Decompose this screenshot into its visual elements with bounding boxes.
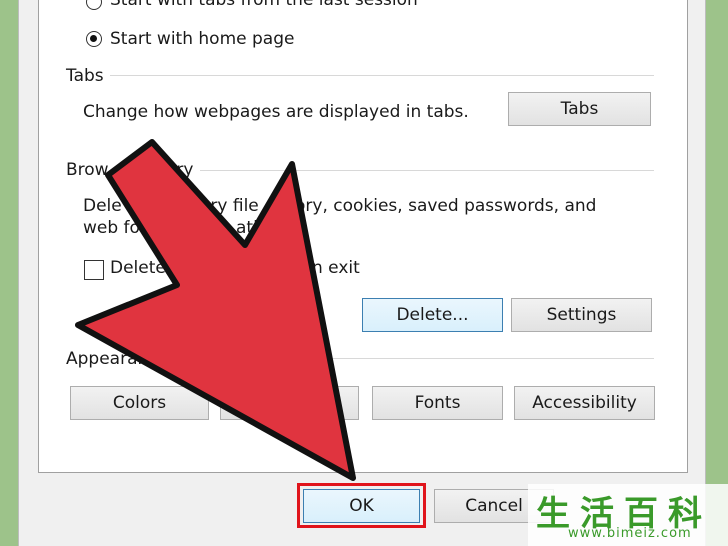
watermark-url: www.bimeiz.com [568,526,692,541]
watermark: 生活百科 www.bimeiz.com [528,484,728,546]
pointer-arrow-icon [75,139,356,481]
